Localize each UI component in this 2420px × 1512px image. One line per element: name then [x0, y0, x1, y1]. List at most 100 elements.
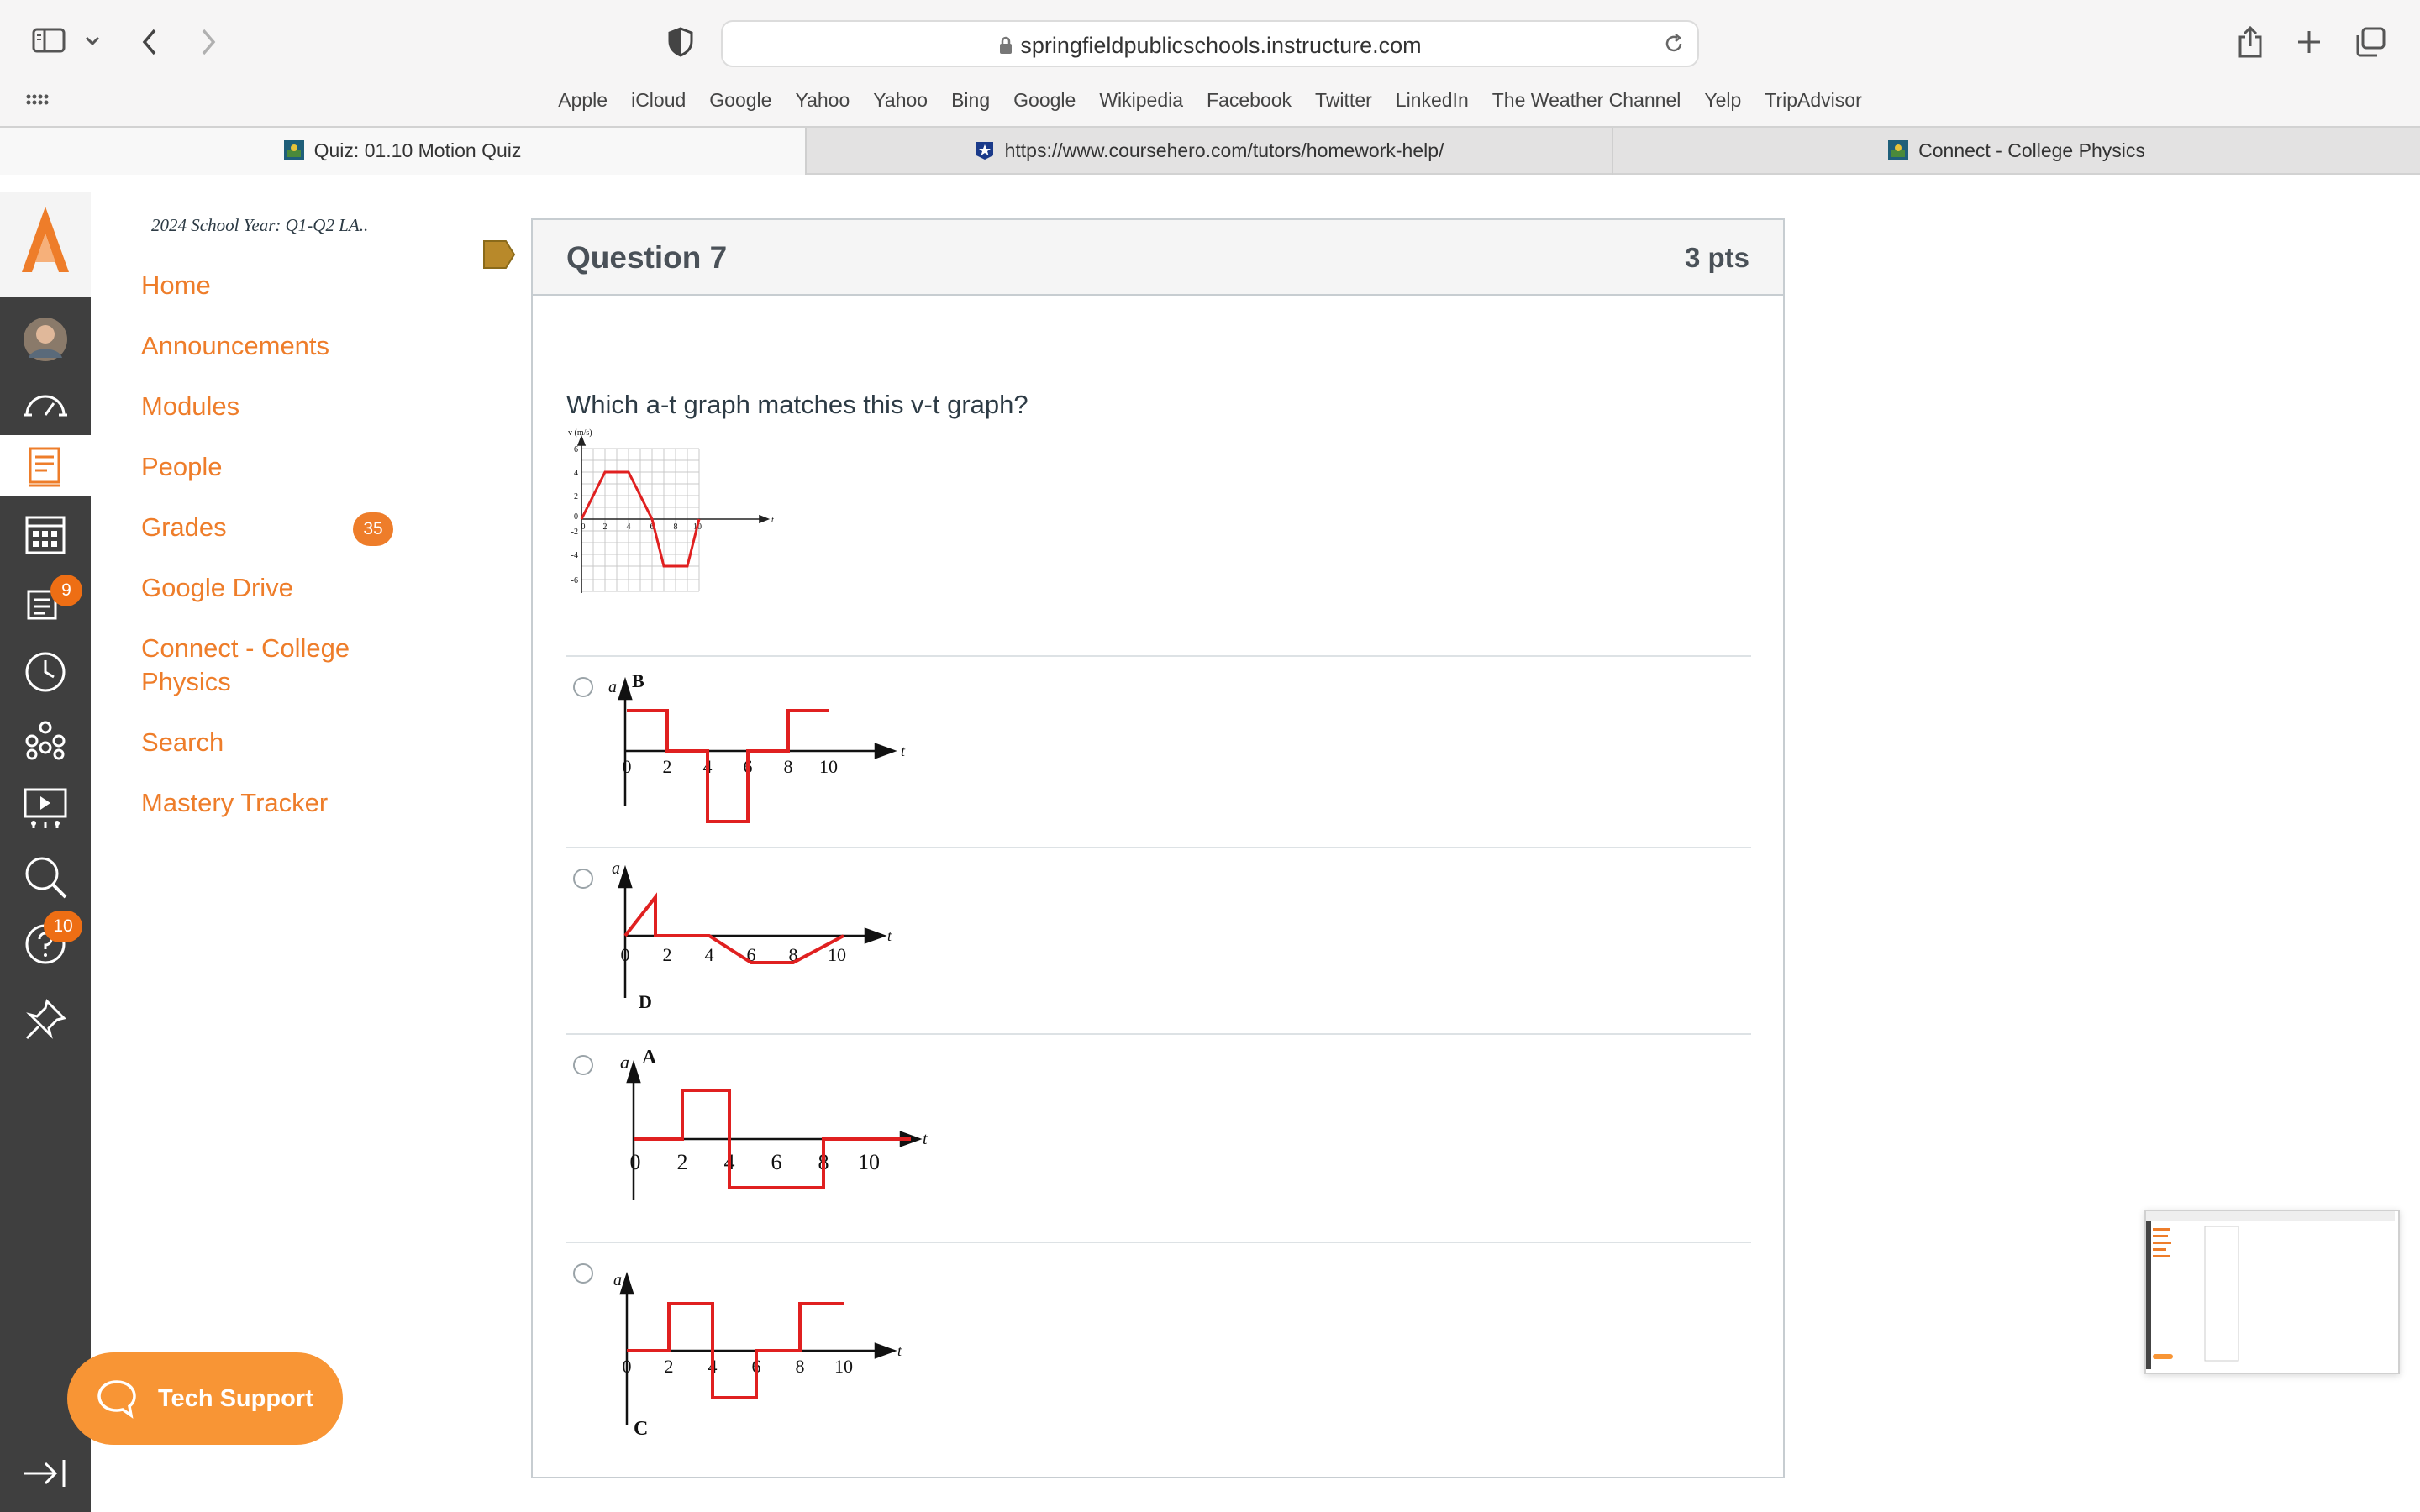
- flag-question-icon[interactable]: [482, 239, 516, 270]
- reload-icon[interactable]: [1662, 32, 1686, 55]
- course-nav-home[interactable]: Home: [141, 269, 410, 302]
- bookmarks-bar: Apple iCloud Google Yahoo Yahoo Bing Google Wik…: [0, 84, 2420, 126]
- vt-ytick: 2: [574, 492, 578, 501]
- groups-icon[interactable]: [0, 707, 91, 768]
- course-nav-google-drive[interactable]: Google Drive: [141, 571, 410, 605]
- a-t-graph-c: a t 0 2 4 6 8 10 C: [613, 1271, 902, 1440]
- xtick: 2: [677, 1150, 688, 1174]
- calendar-icon[interactable]: [0, 502, 91, 563]
- bookmark-link[interactable]: LinkedIn: [1396, 89, 1469, 112]
- back-icon[interactable]: [139, 27, 160, 57]
- question-card: Question 7 3 pts Which a-t graph matches…: [531, 218, 1785, 1478]
- vt-graph: v (m/s) t 6 4 2 0 -2 -4 -6 0 2 4 6 8 10: [568, 428, 774, 593]
- sidebar-toggle-icon[interactable]: [32, 27, 66, 54]
- bookmark-link[interactable]: Apple: [558, 89, 608, 112]
- course-nav-search[interactable]: Search: [141, 726, 410, 759]
- xtick: 0: [630, 1150, 641, 1174]
- tab-quiz[interactable]: Quiz: 01.10 Motion Quiz: [0, 128, 805, 175]
- pin-icon[interactable]: [0, 986, 91, 1047]
- vt-xtick: 0: [581, 522, 586, 532]
- history-icon[interactable]: [0, 640, 91, 701]
- option-letter: C: [634, 1418, 648, 1440]
- tab-connect[interactable]: Connect - College Physics: [1612, 128, 2420, 175]
- t-axis-label: t: [887, 927, 892, 944]
- answer-radio[interactable]: [573, 677, 593, 697]
- course-nav: Home Announcements Modules People Grades…: [141, 269, 410, 847]
- vt-xtick: 8: [674, 522, 678, 532]
- dashboard-icon[interactable]: [0, 373, 91, 433]
- collapse-nav-icon[interactable]: [0, 1446, 91, 1507]
- answer-option-c[interactable]: a t 0 2 4 6 8 10 C: [566, 1242, 1751, 1470]
- tech-support-button[interactable]: Tech Support: [67, 1352, 343, 1445]
- xtick: 10: [858, 1150, 880, 1174]
- account-avatar[interactable]: [0, 306, 91, 366]
- forward-icon[interactable]: [198, 27, 218, 57]
- t-axis-label: t: [901, 743, 906, 759]
- tab-title: Connect - College Physics: [1918, 139, 2145, 161]
- course-nav-grades[interactable]: Grades 35: [141, 511, 410, 546]
- tech-support-label: Tech Support: [158, 1385, 313, 1412]
- question-text: Which a-t graph matches this v-t graph?: [566, 390, 1028, 419]
- course-nav-announcements[interactable]: Announcements: [141, 329, 410, 363]
- xtick: 10: [819, 756, 838, 777]
- xtick: 10: [834, 1356, 853, 1377]
- a-t-curve: [623, 892, 844, 964]
- search-icon[interactable]: [0, 843, 91, 904]
- answer-radio[interactable]: [573, 1263, 593, 1284]
- new-tab-icon[interactable]: [2296, 29, 2323, 55]
- share-icon[interactable]: [2237, 25, 2264, 59]
- a-axis-label: a: [620, 1052, 629, 1073]
- bookmark-link[interactable]: Yahoo: [795, 89, 850, 112]
- courses-icon[interactable]: [0, 435, 91, 496]
- breadcrumb[interactable]: 2024 School Year: Q1-Q2 LA..: [151, 215, 368, 236]
- xtick: 0: [621, 944, 630, 965]
- course-nav-modules[interactable]: Modules: [141, 390, 410, 423]
- tab-bar: Quiz: 01.10 Motion Quiz https://www.cour…: [0, 126, 2420, 175]
- xtick: 2: [665, 1356, 674, 1377]
- address-bar[interactable]: springfieldpublicschools.instructure.com: [721, 20, 1699, 67]
- bookmark-link[interactable]: Facebook: [1207, 89, 1292, 112]
- course-nav-grades-label: Grades: [141, 512, 227, 542]
- bookmark-link[interactable]: Bing: [951, 89, 990, 112]
- answer-radio[interactable]: [573, 1055, 593, 1075]
- tab-coursehero[interactable]: https://www.coursehero.com/tutors/homewo…: [805, 128, 1612, 175]
- bookmark-link[interactable]: Twitter: [1315, 89, 1372, 112]
- studio-icon[interactable]: [0, 774, 91, 835]
- answer-option-a[interactable]: a A t 0 2 4 6 8 10: [566, 1033, 1751, 1242]
- canvas-favicon-icon: [1888, 131, 1909, 160]
- bookmark-link[interactable]: Wikipedia: [1099, 89, 1183, 112]
- answer-option-d[interactable]: a t 0 2 4 6 8 10 D: [566, 847, 1751, 1032]
- question-header: Question 7 3 pts: [533, 220, 1783, 296]
- course-nav-connect[interactable]: Connect - College Physics: [141, 632, 376, 699]
- institution-logo[interactable]: [0, 192, 91, 297]
- bookmark-link[interactable]: TripAdvisor: [1765, 89, 1861, 112]
- bookmark-link[interactable]: Yelp: [1704, 89, 1741, 112]
- xtick: 8: [784, 756, 793, 777]
- chevron-down-icon[interactable]: [84, 35, 101, 47]
- xtick: 0: [623, 1356, 632, 1377]
- xtick: 6: [771, 1150, 782, 1174]
- bookmark-link[interactable]: iCloud: [631, 89, 686, 112]
- question-points: 3 pts: [1684, 242, 1749, 273]
- vt-ytick: -2: [571, 528, 578, 537]
- bookmark-link[interactable]: Google: [1013, 89, 1076, 112]
- bookmark-link[interactable]: Yahoo: [873, 89, 928, 112]
- xtick: 2: [663, 944, 672, 965]
- bookmark-link[interactable]: Google: [709, 89, 771, 112]
- tab-overview-icon[interactable]: [2354, 27, 2386, 57]
- answer-radio[interactable]: [573, 869, 593, 889]
- bookmark-list: Apple iCloud Google Yahoo Yahoo Bing Google Wik…: [0, 89, 2420, 112]
- xtick: 10: [828, 944, 846, 965]
- url-text: springfieldpublicschools.instructure.com: [1020, 33, 1422, 58]
- canvas-favicon-icon: [283, 131, 304, 160]
- vt-xtick: 4: [627, 522, 631, 532]
- window-thumbnail[interactable]: [2144, 1210, 2400, 1374]
- course-nav-people[interactable]: People: [141, 450, 410, 484]
- course-nav-mastery-tracker[interactable]: Mastery Tracker: [141, 786, 410, 820]
- answer-option-b[interactable]: a B t 0 2 4 6 8 10: [566, 655, 1751, 847]
- vt-x-ticks: 0 2 4 6 8 10: [581, 522, 702, 532]
- bookmark-link[interactable]: The Weather Channel: [1492, 89, 1681, 112]
- privacy-shield-icon[interactable]: [667, 27, 694, 57]
- a-axis-label: a: [608, 678, 617, 696]
- vt-grid: [581, 448, 700, 592]
